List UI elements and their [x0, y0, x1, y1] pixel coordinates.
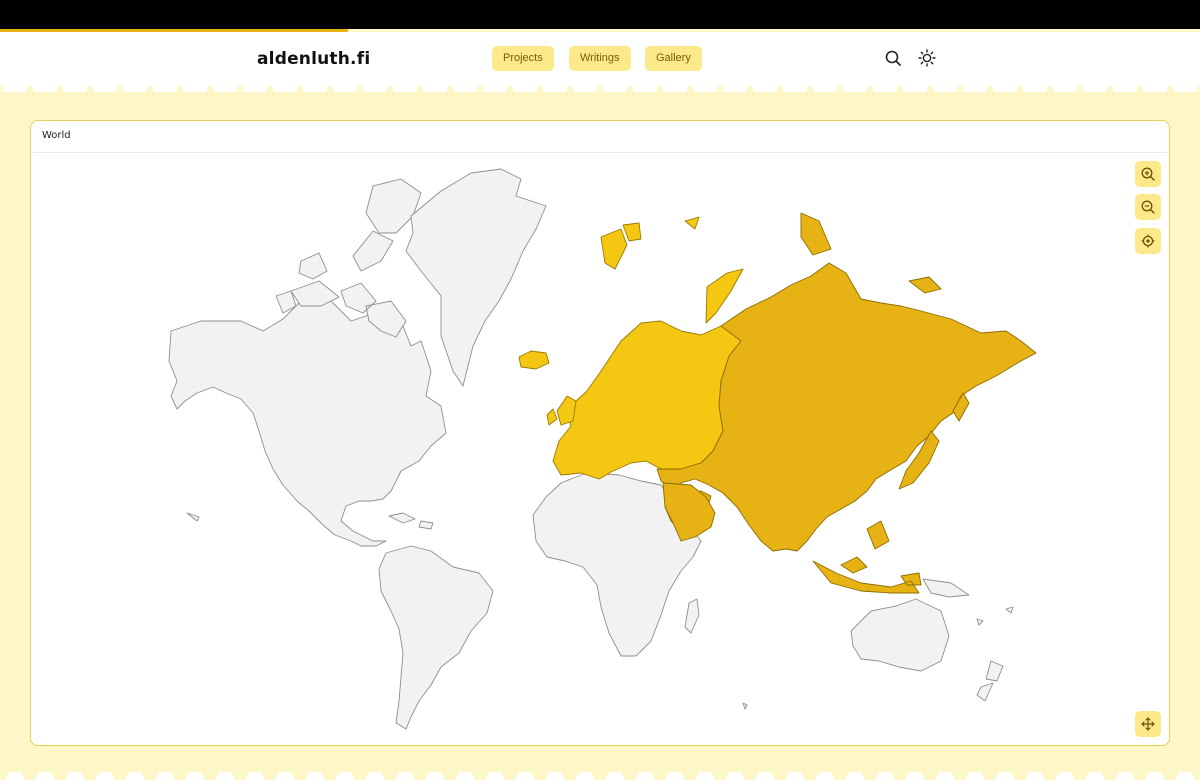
zoom-out-icon[interactable] [1135, 194, 1161, 220]
map-region-new-zealand [976, 660, 1004, 702]
map-region-caribbean [186, 512, 434, 530]
site-logo[interactable]: aldenluth.fi [257, 49, 370, 69]
map-region-iceland [518, 350, 550, 370]
map-region-north-islands [800, 212, 832, 256]
map-region-north-america [168, 300, 447, 547]
map-region-svalbard [600, 216, 700, 270]
map-region-indonesia [812, 520, 922, 594]
locate-icon[interactable] [1135, 228, 1161, 254]
map-region-south-america [378, 545, 494, 730]
map-region-greenland [405, 168, 547, 387]
header-scallop-edge [0, 84, 1200, 92]
map-region-papua [922, 578, 970, 598]
move-icon[interactable] [1135, 711, 1161, 737]
map-region-uk [546, 395, 577, 426]
search-icon[interactable] [882, 47, 904, 69]
nav-gallery-button[interactable]: Gallery [645, 46, 702, 71]
map-region-australia [850, 598, 950, 672]
footer-scallop-edge [0, 772, 1200, 780]
map-card: World [30, 120, 1170, 746]
nav-projects-button[interactable]: Projects [492, 46, 554, 71]
browser-top-bar [0, 0, 1200, 29]
map-region-madagascar [684, 598, 700, 634]
map-title: World [42, 130, 71, 141]
sun-icon[interactable] [916, 47, 938, 69]
zoom-in-icon[interactable] [1135, 161, 1161, 187]
nav-writings-button[interactable]: Writings [569, 46, 631, 71]
world-map[interactable] [31, 153, 1169, 745]
